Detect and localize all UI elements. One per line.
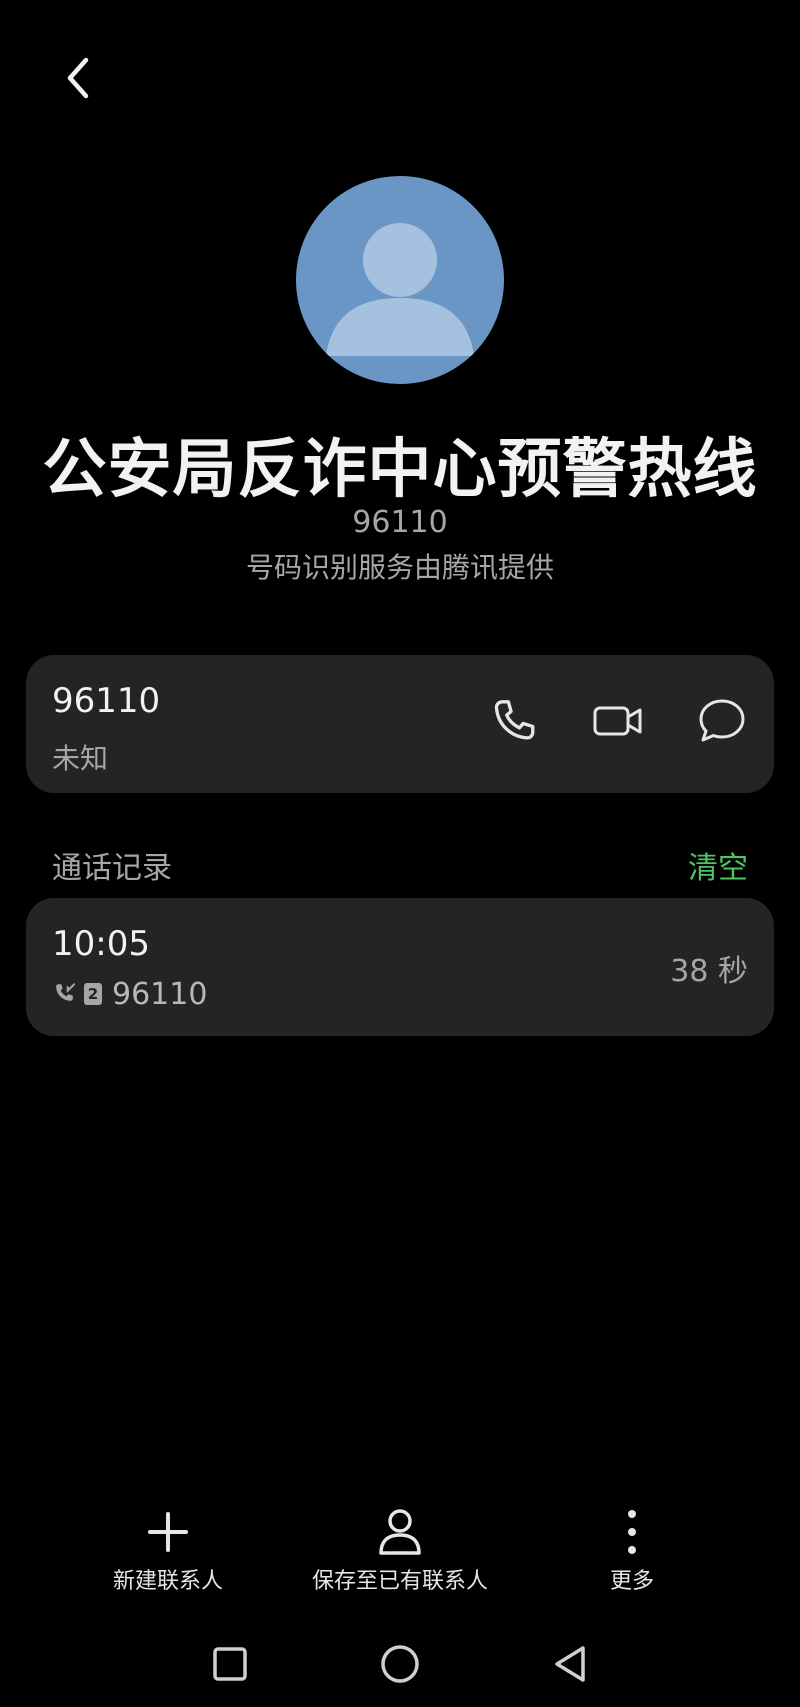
recent-apps-button[interactable] [200,1640,260,1688]
call-log-title: 通话记录 [52,851,172,886]
call-number: 96110 [112,976,208,1012]
square-icon [213,1647,247,1681]
system-back-button[interactable] [540,1640,600,1688]
triangle-back-icon [555,1646,585,1682]
chevron-left-icon [67,57,89,99]
home-button[interactable] [370,1640,430,1688]
message-button[interactable] [694,693,750,749]
video-call-icon [593,706,642,736]
back-button[interactable] [56,50,100,106]
incoming-call-icon [56,983,76,1001]
person-icon [379,1509,421,1555]
contact-number: 96110 [352,505,448,540]
more-button[interactable]: 更多 [522,1505,742,1595]
call-details: 2 96110 [52,974,207,1014]
call-time: 10:05 [52,924,150,964]
circle-icon [381,1645,419,1683]
contact-detail-screen: 公安局反诈中心预警热线 96110 号码识别服务由腾讯提供 96110 未知 通… [0,0,800,1707]
phone-icon [494,700,535,740]
save-to-existing-contact-button[interactable]: 保存至已有联系人 [290,1505,510,1595]
video-call-button[interactable] [590,693,646,749]
message-icon [699,699,745,742]
more-vertical-icon [628,1510,636,1554]
new-contact-label: 新建联系人 [112,1569,223,1594]
save-to-existing-contact-label: 保存至已有联系人 [311,1569,488,1594]
new-contact-button[interactable]: 新建联系人 [58,1505,278,1595]
call-button[interactable] [486,693,542,749]
avatar [296,176,504,384]
clear-call-log-button[interactable]: 清空 [688,843,748,887]
call-duration: 38 秒 [670,954,748,989]
contact-name: 公安局反诈中心预警热线 [42,433,758,507]
person-silhouette-icon [326,223,474,356]
sim-badge: 2 [84,983,102,1005]
number-card: 96110 未知 [26,655,774,793]
more-label: 更多 [609,1569,654,1594]
number-type-label: 未知 [52,742,109,775]
call-record-item[interactable]: 10:05 2 96110 38 秒 [26,898,774,1036]
plus-icon [148,1512,188,1552]
phone-number[interactable]: 96110 [52,681,160,721]
provider-note: 号码识别服务由腾讯提供 [245,551,554,584]
